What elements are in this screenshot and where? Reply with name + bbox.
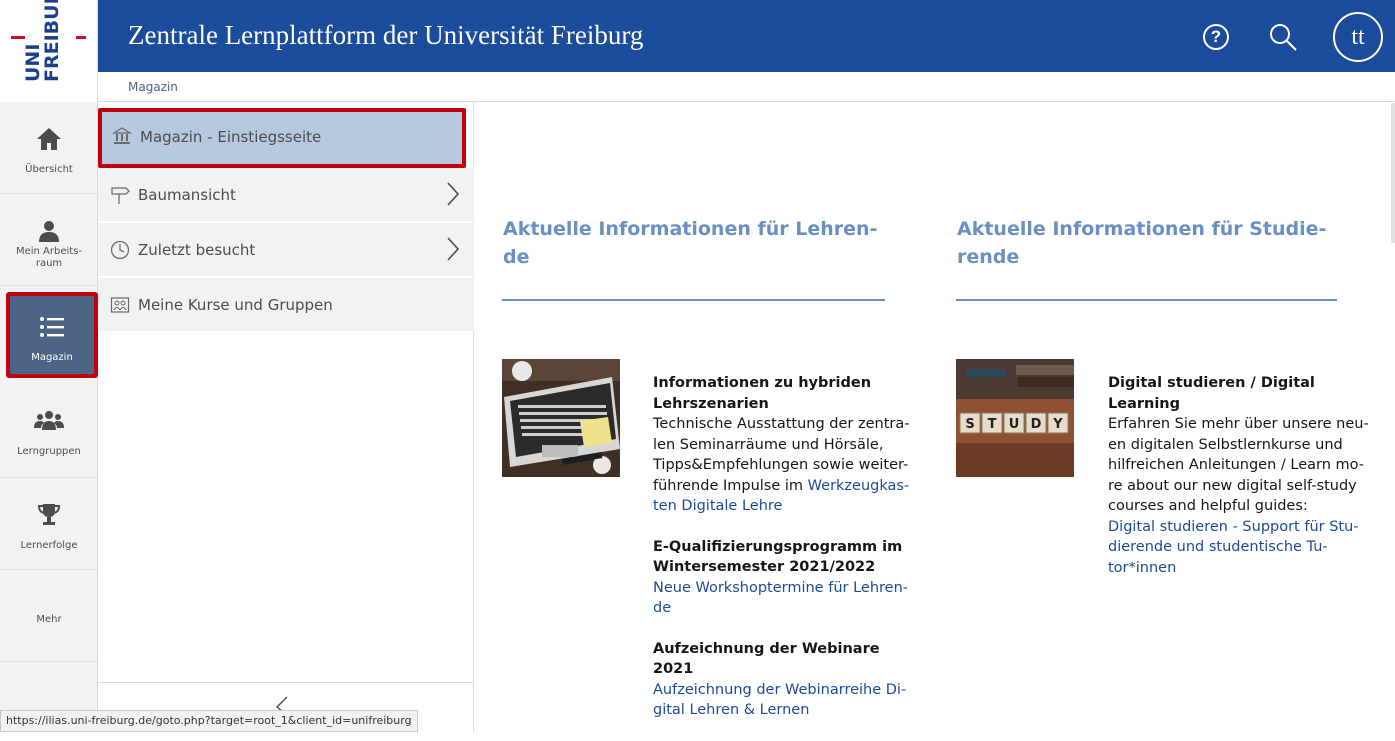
logo-text: UNI FREIBURG [22,0,63,82]
avatar-initials: tt [1351,23,1365,50]
home-icon [0,126,98,156]
mainbar-item-uebersicht[interactable]: Übersicht [0,102,98,194]
chevron-right-icon [446,181,460,207]
werkzeugkasten-link[interactable]: ten Digitale Lehre [653,496,923,517]
workshoptermine-link[interactable]: de [653,598,923,619]
dice-letter: S [965,417,974,432]
webinarreihe-link[interactable]: gital Lehren & Lernen [653,700,923,721]
mainbar-label: Lernerfolge [20,540,78,551]
trophy-icon [0,502,98,532]
clock-icon [110,240,130,260]
mainbar-item-magazin[interactable]: Magazin [6,292,98,378]
news-body-line: re about our new digital self-study [1108,477,1357,494]
page-title: Zentrale Lernplattform der Universität F… [128,20,644,50]
mainbar-label: Übersicht [25,164,73,175]
divider [502,299,885,301]
webinarreihe-link[interactable]: Aufzeichnung der Webinarreihe Di- [653,680,923,701]
news-body-line: hilfreichen Anleitungen / Learn mo- [1108,457,1365,473]
news-title: Aufzeichnung der Webinare 2021 [653,640,880,678]
logo-accent [76,36,86,39]
heading-line: Aktuelle Informationen für Studie- [957,218,1327,240]
help-icon[interactable]: ? [1203,24,1229,50]
news-body-line: courses and helpful guides: [1108,498,1308,514]
mainbar-item-mehr[interactable]: Mehr [0,570,98,662]
news-list-studierende: Digital studieren / Digital Learning Erf… [1108,373,1388,598]
news-body-line: Tipps&Empfehlungen sowie weiter- [653,457,909,473]
news-body-line: führende Impulse im Werkzeugkas- [653,476,923,497]
mainbar-item-arbeitsraum[interactable]: Mein Arbeits- raum [0,194,98,286]
mainbar-label-text: Mein Arbeits- raum [15,246,83,269]
laptop-desk-photo [502,359,620,477]
slate-item-zuletzt-besucht[interactable]: Zuletzt besucht [98,223,474,277]
digital-studieren-link[interactable]: dierende und studentische Tu- [1108,537,1388,558]
main-content: Aktuelle Informationen für Lehren- de In… [475,103,1395,732]
mainbar-label: Mehr [36,614,62,625]
slate-item-label: Zuletzt besucht [138,241,256,259]
news-item: Digital studieren / Digital Learning Erf… [1108,373,1388,578]
mainbar-item-lernerfolge[interactable]: Lernerfolge [0,478,98,570]
news-item: E-Qualifizierungsprogramm im Wintersemes… [653,537,923,619]
search-icon[interactable] [1266,20,1300,54]
news-body-line: len Seminarräume und Hörsäle, [653,436,884,453]
news-body-line: en digitalen Selbstlernkurse und [1108,436,1343,453]
news-title: Lehrszenarien [653,395,769,412]
news-list-lehrende: Informationen zu hybriden Lehrszenarien … [653,373,923,741]
slate-item-label: Magazin - Einstiegsseite [140,128,322,146]
slate-item-einstiegsseite[interactable]: Magazin - Einstiegsseite [98,108,466,168]
dice-letter: Y [1052,417,1063,432]
logo-line-freiburg: FREIBURG [41,0,63,82]
news-title: Wintersemester 2021/2022 [653,559,876,575]
mainbar-item-lerngruppen[interactable]: Lerngruppen [0,384,98,478]
news-title: Informationen zu hybriden [653,375,872,391]
digital-studieren-link[interactable]: Digital studieren - Support für Stu- [1108,517,1388,538]
courses-icon [110,295,130,315]
slate-item-label: Baumansicht [138,186,236,204]
slate-item-label: Meine Kurse und Gruppen [138,296,333,314]
signpost-icon [110,185,130,205]
user-icon [0,218,98,248]
news-title: Digital studieren / Digital [1108,375,1315,391]
heading-line: de [503,246,530,268]
heading-line: rende [957,246,1020,268]
groups-icon [0,408,98,438]
dice-letter: U [1009,417,1020,432]
study-dice-photo: S T U D Y [956,359,1074,477]
mainbar-label: Lerngruppen [17,446,81,457]
mainbar-label: Mein Arbeits- raum [2,246,96,270]
news-body-line: Technische Ausstattung der zentra- [653,416,910,432]
chevron-right-icon [446,236,460,262]
breadcrumb: Magazin [98,72,1395,102]
top-header: Zentrale Lernplattform der Universität F… [98,0,1395,72]
avatar[interactable]: tt [1333,12,1383,62]
workshoptermine-link[interactable]: Neue Workshoptermine für Lehren- [653,578,923,599]
main-bar: Übersicht Mein Arbeits- raum Magazin Ler… [0,102,98,732]
divider [956,299,1337,301]
digital-studieren-link[interactable]: tor*innen [1108,558,1388,579]
university-logo[interactable]: UNI FREIBURG [0,0,98,102]
breadcrumb-item-magazin[interactable]: Magazin [128,80,178,94]
slate-item-meine-kurse[interactable]: Meine Kurse und Gruppen [98,278,474,332]
repository-icon [111,126,133,146]
dice-letter: D [1031,417,1042,432]
scrollbar[interactable] [1391,103,1395,243]
news-item: Informationen zu hybriden Lehrszenarien … [653,373,923,517]
list-icon [10,314,94,344]
news-title: Learning [1108,395,1181,412]
slate-item-baumansicht[interactable]: Baumansicht [98,168,474,222]
werkzeugkasten-link[interactable]: Werkzeugkas- [808,478,910,494]
news-title: E-Qualifizierungsprogramm im [653,538,903,555]
slate-panel: Magazin - Einstiegsseite Baumansicht Zul… [98,102,474,732]
heading-line: Aktuelle Informationen für Lehren- [503,218,878,240]
news-body-text: führende Impulse im [653,477,808,494]
news-body-line: Erfahren Sie mehr über unsere neu- [1108,416,1369,432]
logo-accent [11,36,25,39]
heading-studierende: Aktuelle Informationen für Studie- rende [957,215,1326,271]
status-url-tooltip: https://ilias.uni-freiburg.de/goto.php?t… [0,710,418,732]
mainbar-label: Magazin [31,352,73,363]
help-glyph: ? [1210,27,1222,46]
news-item: Aufzeichnung der Webinare 2021 Aufzeichn… [653,639,923,721]
heading-lehrende: Aktuelle Informationen für Lehren- de [503,215,877,271]
dice-letter: T [988,417,997,432]
